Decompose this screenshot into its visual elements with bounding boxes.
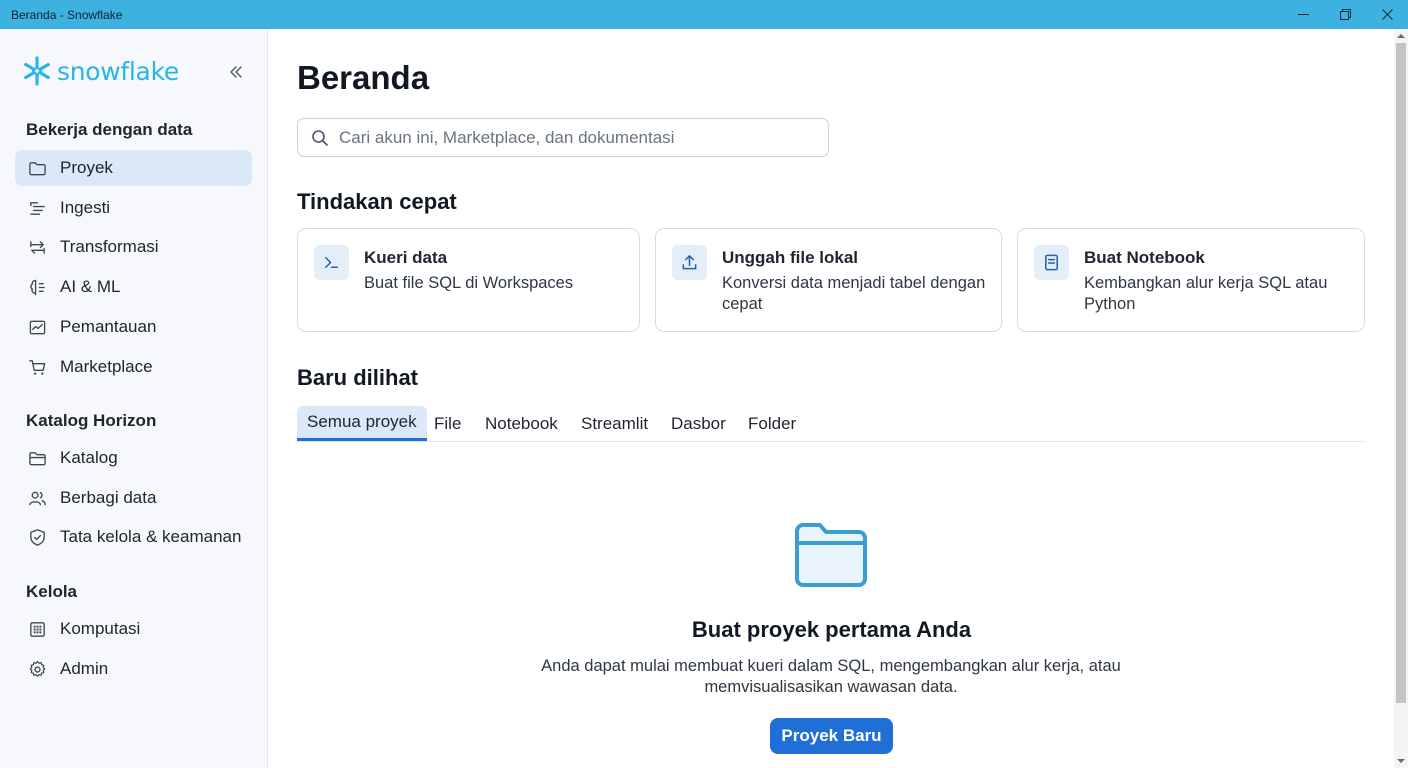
- card-title: Buat Notebook: [1084, 248, 1205, 267]
- card-title: Kueri data: [364, 248, 448, 267]
- section-title-work-with-data: Bekerja dengan data: [26, 120, 193, 139]
- close-button[interactable]: [1366, 0, 1408, 29]
- monitoring-chart-icon: [27, 317, 47, 337]
- sidebar-item-komputasi[interactable]: Komputasi: [15, 611, 252, 647]
- compute-chip-icon: [27, 619, 47, 639]
- sidebar-item-ai-ml[interactable]: AI & ML: [15, 269, 252, 305]
- sidebar-item-label: Transformasi: [60, 237, 159, 256]
- main-content: Beranda Tindakan cepat Kueri data Buat f…: [269, 29, 1394, 768]
- transform-arrows-icon: [27, 237, 47, 257]
- folder-icon: [27, 158, 47, 178]
- sidebar-item-label: Komputasi: [60, 619, 141, 638]
- sidebar-item-berbagi-data[interactable]: Berbagi data: [15, 480, 252, 516]
- sidebar-item-label: Tata kelola & keamanan: [60, 527, 242, 546]
- shield-icon: [27, 527, 47, 547]
- vertical-scrollbar[interactable]: [1394, 29, 1408, 768]
- sidebar-item-ingesti[interactable]: Ingesti: [15, 190, 252, 226]
- recently-viewed-title: Baru dilihat: [297, 365, 419, 390]
- sidebar: snowflake Bekerja dengan data Proyek Ing…: [0, 29, 268, 768]
- search-box[interactable]: [297, 118, 829, 157]
- logo-wordmark: snowflake: [57, 56, 179, 86]
- window-controls: [1282, 0, 1408, 29]
- quick-action-card-query-data[interactable]: Kueri data Buat file SQL di Workspaces: [297, 228, 640, 332]
- terminal-icon: [314, 245, 349, 280]
- empty-state-title: Buat proyek pertama Anda: [691, 617, 972, 642]
- sidebar-item-pemantauan[interactable]: Pemantauan: [15, 309, 252, 345]
- new-project-button[interactable]: Proyek Baru: [770, 718, 893, 754]
- minimize-icon: [1297, 14, 1309, 15]
- tab-folder[interactable]: Folder: [738, 406, 806, 441]
- collapse-sidebar-button[interactable]: [226, 62, 246, 82]
- card-description: Buat file SQL di Workspaces: [364, 274, 574, 292]
- upload-icon: [672, 245, 707, 280]
- ingest-lines-icon: [27, 198, 47, 218]
- window-titlebar: Beranda - Snowflake: [0, 0, 1408, 29]
- sidebar-item-admin[interactable]: Admin: [15, 651, 252, 687]
- search-input[interactable]: [339, 127, 819, 148]
- scroll-down-arrow-icon[interactable]: [1397, 757, 1405, 765]
- cart-icon: [27, 357, 47, 377]
- catalog-folder-icon: [27, 448, 47, 468]
- sidebar-item-label: Ingesti: [60, 198, 111, 217]
- notebook-icon: [1034, 245, 1069, 280]
- sidebar-item-label: Proyek: [60, 158, 113, 177]
- sidebar-item-transformasi[interactable]: Transformasi: [15, 229, 252, 265]
- restore-icon: [1339, 9, 1351, 20]
- users-icon: [27, 488, 47, 508]
- minimize-button[interactable]: [1282, 0, 1324, 29]
- page-title: Beranda: [297, 59, 430, 96]
- gear-icon: [27, 659, 47, 679]
- sidebar-item-proyek[interactable]: Proyek: [15, 150, 252, 186]
- snowflake-logo[interactable]: snowflake: [21, 55, 179, 87]
- tab-file[interactable]: File: [424, 406, 471, 441]
- section-title-manage: Kelola: [26, 582, 78, 601]
- sidebar-item-label: Katalog: [60, 448, 118, 467]
- recent-tabs: Semua proyek File Notebook Streamlit Das…: [297, 406, 1365, 442]
- quick-action-card-create-notebook[interactable]: Buat Notebook Kembangkan alur kerja SQL …: [1017, 228, 1365, 332]
- empty-folder-icon: [795, 523, 867, 587]
- tab-dashboard[interactable]: Dasbor: [661, 406, 736, 441]
- close-icon: [1381, 9, 1393, 20]
- section-title-horizon-catalog: Katalog Horizon: [26, 411, 157, 430]
- double-chevron-left-icon: [230, 66, 242, 78]
- empty-state-description: Anda dapat mulai membuat kueri dalam SQL…: [541, 657, 1121, 696]
- card-title: Unggah file lokal: [722, 248, 859, 267]
- tab-notebook[interactable]: Notebook: [475, 406, 568, 441]
- restore-button[interactable]: [1324, 0, 1366, 29]
- sidebar-item-label: AI & ML: [60, 277, 121, 296]
- sidebar-item-governance[interactable]: Tata kelola & keamanan: [15, 519, 252, 555]
- sidebar-item-label: Pemantauan: [60, 317, 157, 336]
- tab-streamlit[interactable]: Streamlit: [571, 406, 658, 441]
- ai-ml-icon: [27, 277, 47, 297]
- card-description: Konversi data menjadi tabel dengan cepat: [722, 274, 986, 313]
- quick-actions-title: Tindakan cepat: [297, 189, 457, 214]
- tab-all-projects[interactable]: Semua proyek: [297, 406, 427, 441]
- sidebar-item-label: Marketplace: [60, 357, 153, 376]
- scrollbar-thumb[interactable]: [1396, 43, 1406, 703]
- scroll-up-arrow-icon[interactable]: [1397, 32, 1405, 40]
- sidebar-item-label: Berbagi data: [60, 488, 157, 507]
- snowflake-logo-icon: [24, 56, 50, 86]
- window-title: Beranda - Snowflake: [11, 7, 123, 22]
- sidebar-item-label: Admin: [60, 659, 109, 678]
- sidebar-item-marketplace[interactable]: Marketplace: [15, 349, 252, 385]
- card-description: Kembangkan alur kerja SQL atau Python: [1084, 274, 1328, 313]
- sidebar-item-katalog[interactable]: Katalog: [15, 440, 252, 476]
- search-icon: [312, 129, 328, 146]
- quick-action-card-upload-file[interactable]: Unggah file lokal Konversi data menjadi …: [655, 228, 1002, 332]
